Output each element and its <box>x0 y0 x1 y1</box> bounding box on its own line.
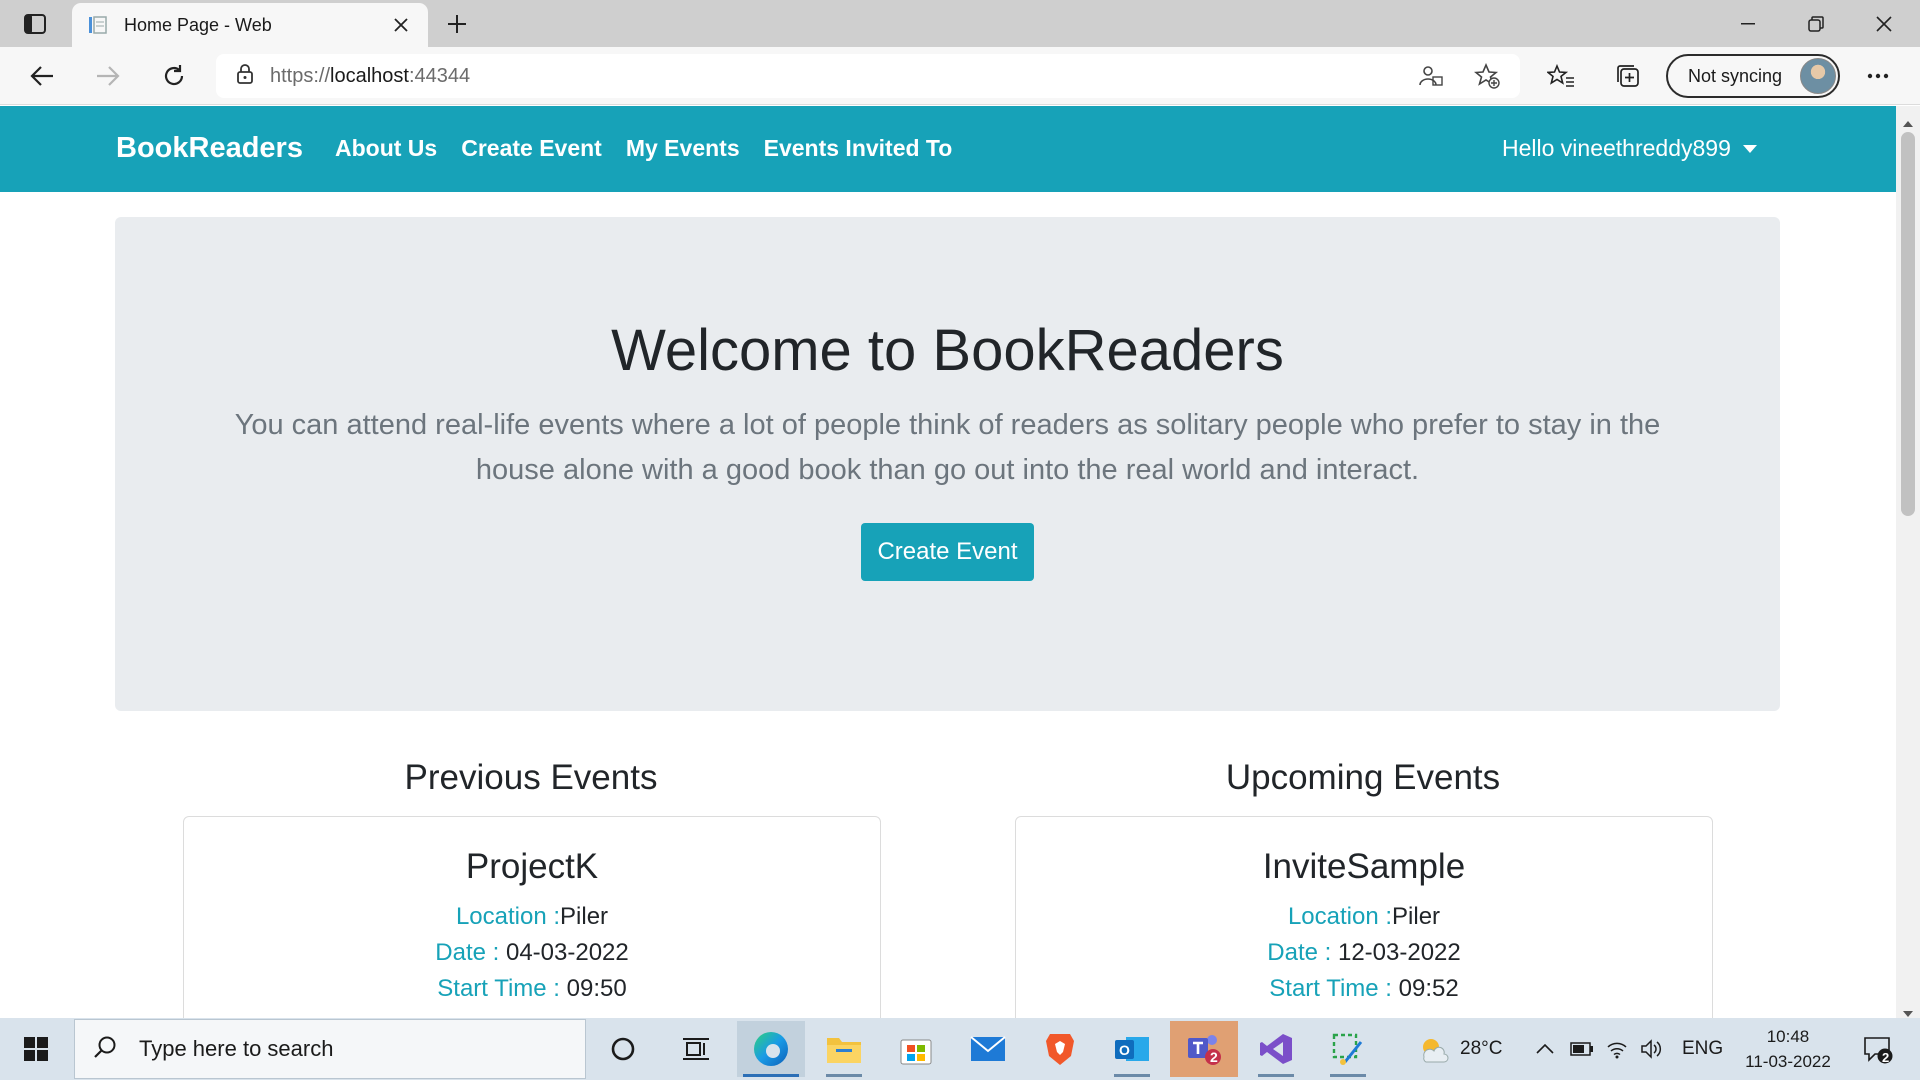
scroll-up-arrow-icon[interactable] <box>1903 114 1913 132</box>
browser-tab-strip: Home Page - Web <box>0 0 1920 47</box>
windows-start-icon[interactable] <box>10 1029 62 1069</box>
notification-count: 2 <box>1882 1050 1890 1065</box>
profile-avatar <box>1800 58 1836 94</box>
mail-icon[interactable] <box>954 1021 1022 1077</box>
teams-badge: 2 <box>1210 1049 1218 1065</box>
page-scrollbar[interactable] <box>1896 106 1920 1018</box>
page-favicon-icon <box>88 15 108 35</box>
search-placeholder: Type here to search <box>139 1036 334 1061</box>
outlook-icon[interactable]: O <box>1098 1021 1166 1077</box>
show-hidden-icons-chevron-icon[interactable] <box>1536 1018 1554 1080</box>
event-date-row: Date : 04-03-2022 <box>435 939 629 966</box>
address-bar[interactable]: https://localhost:44344 <box>216 54 1520 98</box>
event-location-row: Location :Piler <box>455 903 609 930</box>
upcoming-event-card[interactable]: InviteSample Location :Piler Date : 12-0… <box>1015 816 1713 1018</box>
task-view-icon[interactable] <box>662 1021 730 1077</box>
sync-status-label: Not syncing <box>1688 65 1783 86</box>
input-language[interactable]: ENG <box>1682 1018 1723 1080</box>
weather-widget[interactable]: 28°C <box>1418 1018 1502 1080</box>
battery-icon[interactable] <box>1570 1018 1594 1080</box>
profile-sync-button[interactable]: Not syncing <box>1666 54 1840 98</box>
nav-events-invited-to[interactable]: Events Invited To <box>764 135 953 162</box>
collections-icon[interactable] <box>1608 57 1648 95</box>
nav-my-events[interactable]: My Events <box>626 135 740 162</box>
cortana-icon[interactable] <box>589 1021 657 1077</box>
create-event-button[interactable]: Create Event <box>861 523 1034 581</box>
restore-icon[interactable] <box>1786 6 1846 42</box>
brand-link[interactable]: BookReaders <box>116 132 303 165</box>
browser-toolbar: https://localhost:44344 Not syncing <box>0 47 1920 105</box>
favorites-icon[interactable] <box>1541 57 1581 95</box>
weather-temp: 28°C <box>1460 1038 1503 1059</box>
clock-date: 11-03-2022 <box>1745 1052 1831 1071</box>
add-favorite-icon[interactable] <box>1472 62 1502 90</box>
volume-icon[interactable] <box>1640 1018 1664 1080</box>
brave-browser-icon[interactable] <box>1026 1021 1094 1077</box>
url-text: https://localhost:44344 <box>270 64 471 87</box>
event-date-row: Date : 12-03-2022 <box>1267 939 1461 966</box>
close-window-icon[interactable] <box>1854 6 1914 42</box>
lock-icon[interactable] <box>236 63 254 90</box>
browser-tab-active[interactable]: Home Page - Web <box>72 3 428 47</box>
more-options-icon[interactable] <box>1858 57 1898 95</box>
svg-text:O: O <box>1119 1042 1130 1058</box>
taskbar-search-box[interactable]: Type here to search <box>74 1019 586 1079</box>
forward-arrow-icon[interactable] <box>88 57 128 95</box>
notification-center-icon[interactable]: 2 <box>1856 1032 1900 1068</box>
event-title: InviteSample <box>1262 847 1466 886</box>
site-navbar: BookReaders About Us Create Event My Eve… <box>0 106 1896 192</box>
nav-about-us[interactable]: About Us <box>335 135 437 162</box>
close-tab-icon[interactable] <box>390 14 412 36</box>
user-greeting: Hello vineethreddy899 <box>1502 135 1731 161</box>
minimize-icon[interactable] <box>1718 6 1778 42</box>
event-start-time-row: Start Time : 09:52 <box>1269 975 1459 1002</box>
user-menu-dropdown[interactable]: Hello vineethreddy899 <box>1502 135 1757 162</box>
welcome-jumbotron: Welcome to BookReaders You can attend re… <box>115 217 1780 711</box>
nav-links: About Us Create Event My Events Events I… <box>335 135 952 162</box>
previous-event-card[interactable]: ProjectK Location :Piler Date : 04-03-20… <box>183 816 881 1018</box>
welcome-title: Welcome to BookReaders <box>611 318 1284 383</box>
tab-actions-icon[interactable] <box>18 10 52 38</box>
teams-icon[interactable]: 2 <box>1170 1021 1238 1077</box>
nav-create-event[interactable]: Create Event <box>461 135 602 162</box>
new-tab-icon[interactable] <box>440 8 474 40</box>
scrollbar-thumb[interactable] <box>1901 132 1915 516</box>
microsoft-store-icon[interactable] <box>882 1021 950 1077</box>
caret-down-icon <box>1742 140 1757 158</box>
file-explorer-icon[interactable] <box>810 1021 878 1077</box>
page-viewport: BookReaders About Us Create Event My Eve… <box>0 106 1896 1018</box>
read-aloud-icon[interactable] <box>1416 62 1446 90</box>
taskbar-clock[interactable]: 10:48 11-03-2022 <box>1736 1024 1840 1074</box>
back-arrow-icon[interactable] <box>22 57 62 95</box>
snipping-tool-icon[interactable] <box>1314 1021 1382 1077</box>
upcoming-events-heading: Upcoming Events <box>1225 758 1501 797</box>
previous-events-heading: Previous Events <box>404 758 658 797</box>
welcome-lead-text: You can attend real-life events where a … <box>234 409 1661 486</box>
visual-studio-icon[interactable] <box>1242 1021 1310 1077</box>
refresh-icon[interactable] <box>154 57 194 95</box>
windows-taskbar: Type here to search O 2 28°C ENG 10:48 1… <box>0 1018 1920 1080</box>
tab-title: Home Page - Web <box>124 14 272 35</box>
event-location-row: Location :Piler <box>1287 903 1441 930</box>
clock-time: 10:48 <box>1766 1027 1810 1046</box>
search-icon <box>93 1035 117 1064</box>
event-start-time-row: Start Time : 09:50 <box>437 975 627 1002</box>
event-title: ProjectK <box>465 847 599 886</box>
wifi-icon[interactable] <box>1606 1018 1628 1080</box>
edge-browser-icon[interactable] <box>737 1021 805 1077</box>
